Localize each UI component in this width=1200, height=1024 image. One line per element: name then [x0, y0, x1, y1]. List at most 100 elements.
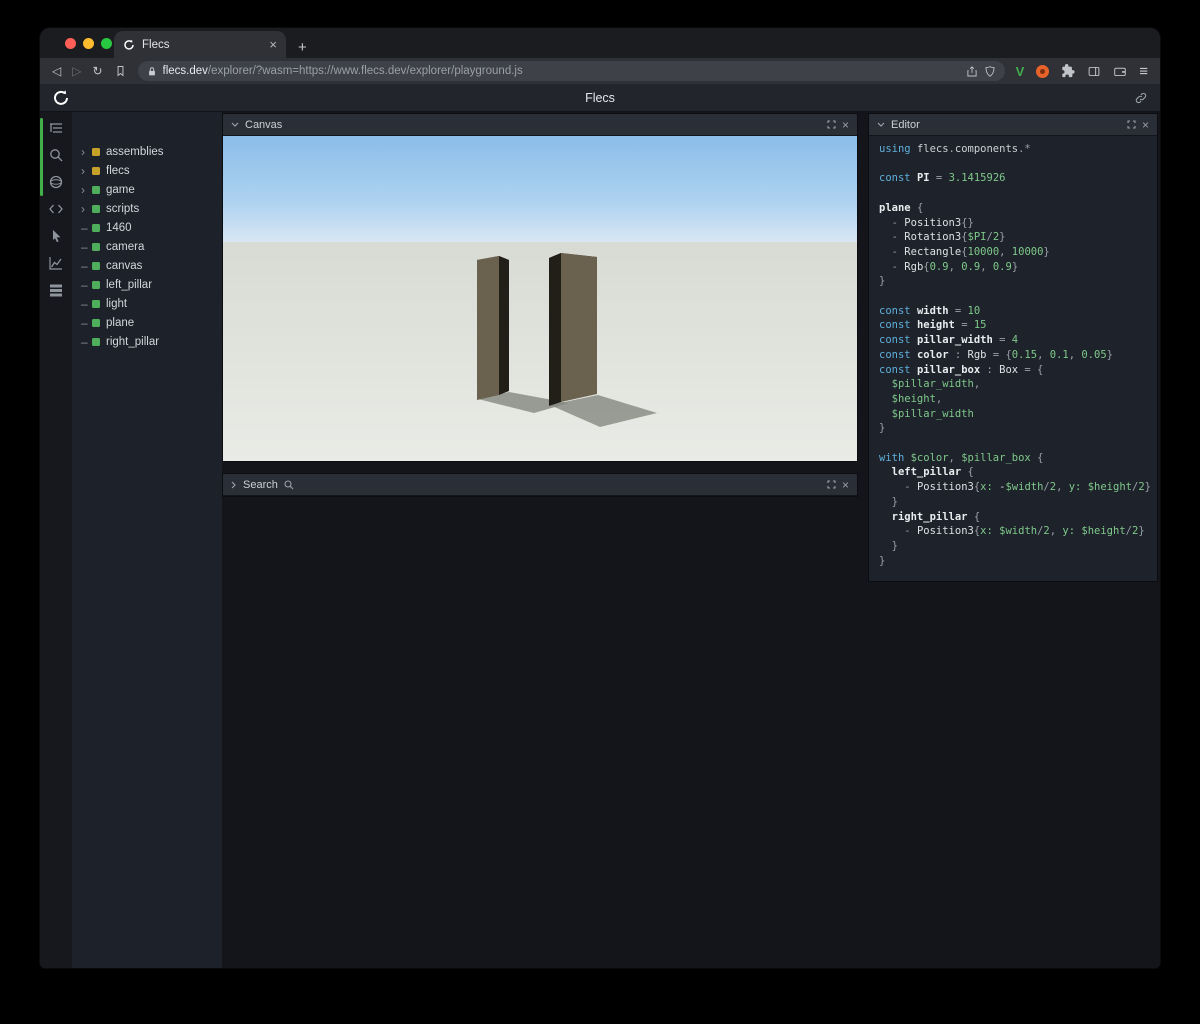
new-tab-button[interactable]: +	[298, 40, 307, 55]
canvas-3d-viewport[interactable]	[223, 136, 857, 461]
extension-v-icon[interactable]: V	[1016, 64, 1025, 79]
search-panel: Search ×	[222, 473, 858, 497]
tree-item-plane[interactable]: – plane	[72, 313, 222, 332]
code-line: - Rotation3{$PI/2}	[879, 231, 1006, 244]
share-link-icon[interactable]	[1134, 91, 1148, 105]
stats-chart-icon[interactable]	[48, 255, 64, 271]
search-panel-header[interactable]: Search ×	[223, 474, 857, 496]
code-line: - Position3{}	[879, 216, 974, 229]
minimize-window-button[interactable]	[83, 38, 94, 49]
tree-item-flecs[interactable]: › flecs	[72, 161, 222, 180]
close-panel-icon[interactable]: ×	[842, 479, 849, 491]
tree-item-light[interactable]: – light	[72, 294, 222, 313]
browser-menu-icon[interactable]: ≡	[1139, 63, 1148, 80]
entity-label: plane	[106, 316, 135, 329]
code-line: const pillar_box : Box = {	[879, 363, 1044, 376]
tree-item-game[interactable]: › game	[72, 180, 222, 199]
tree-item-camera[interactable]: – camera	[72, 237, 222, 256]
bookmark-icon[interactable]	[114, 64, 127, 78]
code-editor-icon[interactable]	[48, 201, 64, 217]
inspector-cursor-icon[interactable]	[48, 228, 64, 244]
editor-code[interactable]: using flecs.components.* const PI = 3.14…	[869, 136, 1157, 581]
lock-icon[interactable]	[147, 66, 157, 77]
expand-chevron-icon[interactable]: ›	[81, 165, 92, 177]
tree-item-1460[interactable]: – 1460	[72, 218, 222, 237]
extension-orange-icon[interactable]	[1036, 64, 1050, 78]
page-title: Flecs	[585, 90, 615, 105]
rail-active-indicator	[40, 118, 43, 196]
close-panel-icon[interactable]: ×	[1142, 119, 1149, 131]
entity-type-icon	[92, 223, 100, 232]
canvas-panel-header[interactable]: Canvas ×	[223, 114, 857, 136]
world-icon[interactable]	[48, 174, 64, 190]
fullscreen-icon[interactable]	[827, 120, 836, 129]
chevron-down-icon[interactable]	[877, 122, 885, 128]
window-controls	[65, 38, 112, 49]
chevron-down-icon[interactable]	[231, 122, 239, 128]
entity-label: camera	[106, 240, 145, 253]
desktop-background: Flecs × + ◁ ▷ ↻ flecs.dev/explorer/?wasm…	[0, 0, 1200, 1024]
close-window-button[interactable]	[65, 38, 76, 49]
entity-type-icon	[92, 299, 100, 308]
brave-shield-icon[interactable]	[984, 65, 996, 78]
zoom-window-button[interactable]	[101, 38, 112, 49]
tree-item-assemblies[interactable]: › assemblies	[72, 142, 222, 161]
side-panel-icon[interactable]	[1087, 65, 1101, 78]
code-line: $pillar_width,	[879, 378, 981, 391]
entity-label: right_pillar	[106, 335, 160, 348]
search-panel-title: Search	[243, 478, 278, 491]
extensions-puzzle-icon[interactable]	[1061, 64, 1075, 78]
tree-item-right_pillar[interactable]: – right_pillar	[72, 332, 222, 351]
code-line: const color : Rgb = {0.15, 0.1, 0.05}	[879, 348, 1113, 361]
left-pillar-side	[499, 256, 509, 395]
fullscreen-icon[interactable]	[827, 480, 836, 489]
expand-chevron-icon[interactable]: ›	[81, 203, 92, 215]
tree-item-left_pillar[interactable]: – left_pillar	[72, 275, 222, 294]
url-domain: flecs.dev	[162, 65, 208, 77]
code-line: const PI = 3.1415926	[879, 172, 1006, 185]
tree-item-canvas[interactable]: – canvas	[72, 256, 222, 275]
sky	[223, 136, 857, 246]
code-line: - Rgb{0.9, 0.9, 0.9}	[879, 260, 1019, 273]
code-line: $pillar_width	[879, 407, 974, 420]
rows-list-icon[interactable]	[48, 282, 64, 298]
tab-title: Flecs	[142, 38, 170, 51]
tab-close-icon[interactable]: ×	[269, 38, 277, 51]
expand-chevron-icon[interactable]: ›	[81, 184, 92, 196]
fullscreen-icon[interactable]	[1127, 120, 1136, 129]
search-rail-icon[interactable]	[48, 147, 64, 163]
tab-strip: Flecs × +	[40, 28, 1160, 58]
chevron-right-icon[interactable]	[231, 481, 237, 489]
entity-label: left_pillar	[106, 278, 153, 291]
entity-type-icon	[92, 204, 100, 213]
address-bar[interactable]: flecs.dev/explorer/?wasm=https://www.fle…	[137, 61, 1005, 81]
icon-rail	[40, 112, 72, 968]
code-line: }	[879, 554, 886, 567]
leaf-dash-icon: –	[81, 296, 88, 311]
close-panel-icon[interactable]: ×	[842, 119, 849, 131]
code-line: - Position3{x: -$width/2, y: $height/2}	[879, 481, 1151, 494]
entity-label: canvas	[106, 259, 143, 272]
reload-button[interactable]: ↻	[92, 65, 102, 77]
expand-chevron-icon[interactable]: ›	[81, 146, 92, 158]
leaf-dash-icon: –	[81, 277, 88, 292]
tree-item-scripts[interactable]: › scripts	[72, 199, 222, 218]
code-line: }	[879, 422, 886, 435]
code-line: const height = 15	[879, 319, 987, 332]
code-line: right_pillar {	[879, 510, 981, 523]
back-button[interactable]: ◁	[52, 65, 61, 77]
right-pillar-side	[549, 253, 561, 406]
browser-tab-flecs[interactable]: Flecs ×	[114, 31, 286, 58]
entity-tree-icon[interactable]	[48, 120, 64, 136]
ground-plane	[223, 242, 857, 461]
wallet-icon[interactable]	[1113, 65, 1127, 78]
entity-type-icon	[92, 261, 100, 270]
entity-label: 1460	[106, 221, 132, 234]
editor-panel-header[interactable]: Editor ×	[869, 114, 1157, 136]
code-line: - Rectangle{10000, 10000}	[879, 245, 1050, 258]
forward-button: ▷	[72, 64, 82, 78]
share-icon[interactable]	[966, 65, 978, 78]
